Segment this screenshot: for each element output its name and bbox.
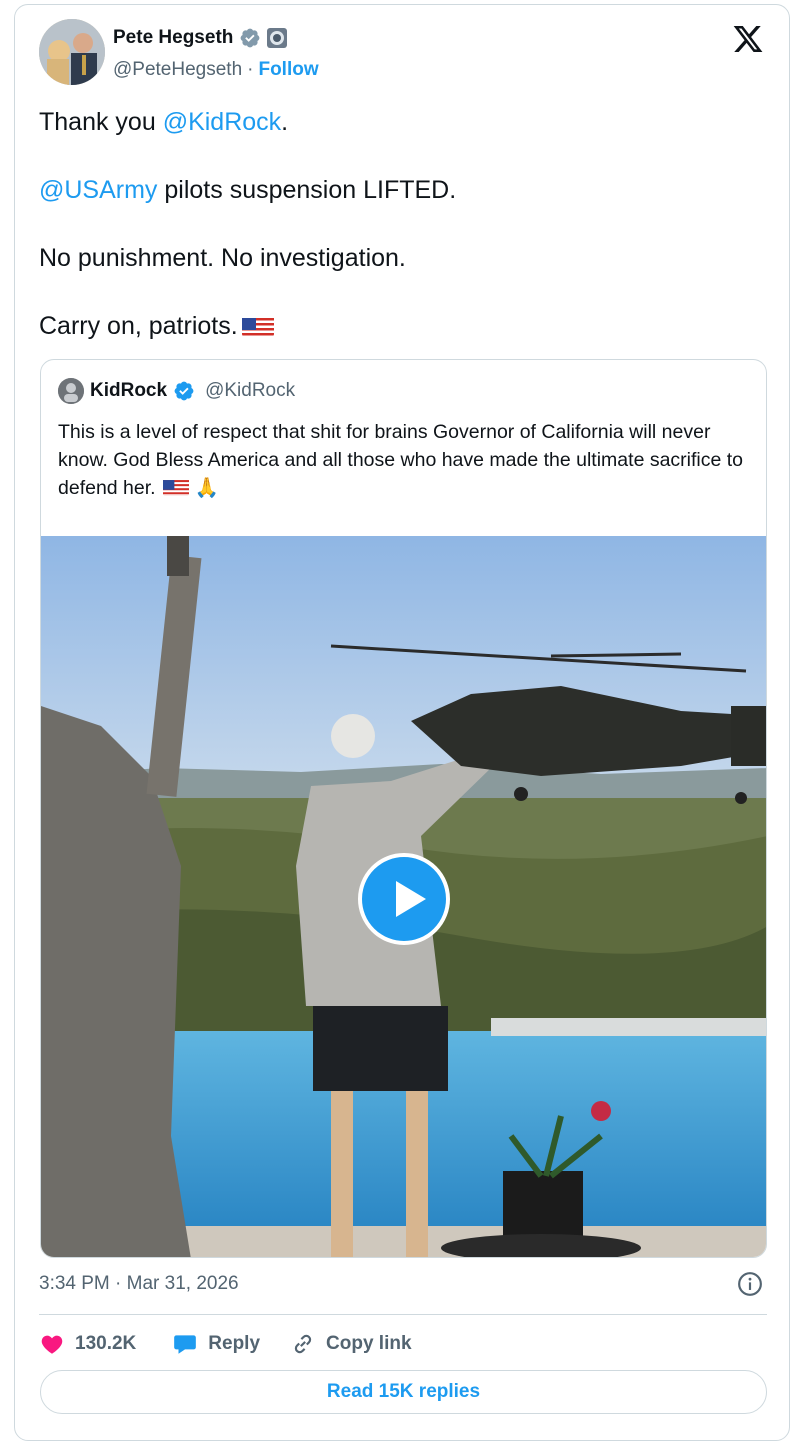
tweet-card: Pete Hegseth @PeteHegseth · Follow Thank… bbox=[14, 4, 790, 1441]
play-button[interactable] bbox=[358, 853, 450, 945]
reply-label: Reply bbox=[208, 1333, 261, 1354]
quoted-author-avatar[interactable] bbox=[58, 378, 84, 404]
government-affiliation-icon bbox=[267, 28, 288, 48]
tweet-line-1: Thank you @KidRock. bbox=[39, 108, 289, 136]
quoted-author-handle[interactable]: @KidRock bbox=[205, 380, 295, 402]
praying-hands-emoji: 🙏 bbox=[194, 477, 219, 499]
like-button[interactable]: 130.2K bbox=[39, 1331, 136, 1357]
mention-usarmy[interactable]: @USArmy bbox=[39, 176, 157, 204]
link-icon bbox=[294, 1334, 312, 1354]
mention-kidrock[interactable]: @KidRock bbox=[163, 108, 281, 136]
tweet-line-3: No punishment. No investigation. bbox=[39, 244, 406, 272]
info-icon[interactable] bbox=[737, 1271, 763, 1297]
handle-separator: · bbox=[247, 59, 254, 80]
author-avatar[interactable] bbox=[39, 19, 105, 85]
copy-link-label: Copy link bbox=[326, 1333, 412, 1354]
footer-divider bbox=[39, 1314, 767, 1315]
author-name[interactable]: Pete Hegseth bbox=[113, 27, 233, 49]
verified-badge-icon bbox=[240, 28, 260, 48]
tweet-line-2: @USArmy pilots suspension LIFTED. bbox=[39, 176, 457, 204]
like-count: 130.2K bbox=[75, 1333, 137, 1354]
follow-button[interactable]: Follow bbox=[258, 59, 318, 81]
quoted-author-name[interactable]: KidRock bbox=[90, 380, 167, 402]
action-bar: 130.2K Reply Copy link bbox=[39, 1331, 412, 1357]
quoted-verified-badge-icon bbox=[174, 381, 194, 401]
tweet-line-4: Carry on, patriots. bbox=[39, 309, 769, 343]
quoted-tweet-text: This is a level of respect that shit for… bbox=[58, 421, 744, 499]
read-replies-label: Read 15K replies bbox=[326, 1381, 481, 1402]
us-flag-icon bbox=[163, 478, 190, 496]
quoted-tweet[interactable]: KidRock @KidRock This is a level of resp… bbox=[40, 359, 767, 1258]
author-handle[interactable]: @PeteHegseth bbox=[113, 59, 242, 81]
tweet-timestamp[interactable]: 3:34 PM · Mar 31, 2026 bbox=[39, 1273, 239, 1295]
read-replies-button[interactable]: Read 15K replies bbox=[40, 1370, 767, 1414]
video-thumbnail[interactable] bbox=[41, 536, 766, 1257]
copy-link-button[interactable]: Copy link bbox=[290, 1331, 412, 1357]
x-logo-icon[interactable] bbox=[731, 23, 765, 55]
heart-icon bbox=[41, 1335, 63, 1354]
reply-button[interactable]: Reply bbox=[172, 1331, 260, 1357]
tweet-text: Thank you @KidRock. @USArmy pilots suspe… bbox=[39, 105, 769, 377]
reply-bubble-icon bbox=[174, 1335, 197, 1354]
us-flag-icon bbox=[241, 315, 274, 337]
